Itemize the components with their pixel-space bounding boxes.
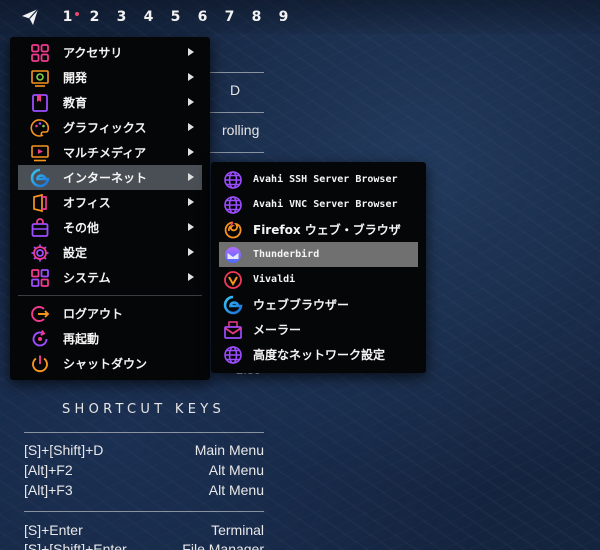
menu-item-internet[interactable]: インターネット: [18, 165, 202, 190]
menu-item-label: シャットダウン: [63, 357, 148, 371]
menu-item-label: オフィス: [63, 196, 111, 210]
mailer-icon: [223, 320, 243, 340]
widget-divider: [24, 511, 264, 512]
reboot-icon: [30, 329, 50, 349]
menu-item-label: アクセサリ: [63, 46, 123, 60]
internet-submenu: Avahi SSH Server Browser Avahi VNC Serve…: [211, 162, 426, 373]
thunderbird-icon: [223, 245, 243, 265]
multimedia-icon: [30, 143, 50, 163]
submenu-item-avahi-vnc[interactable]: Avahi VNC Server Browser: [219, 192, 418, 217]
submenu-item-label: Vivaldi: [253, 274, 296, 285]
shortcut-action: File Manager: [182, 541, 264, 550]
menu-item-shutdown[interactable]: シャットダウン: [18, 351, 202, 376]
submenu-item-avahi-ssh[interactable]: Avahi SSH Server Browser: [219, 167, 418, 192]
submenu-arrow-icon: [188, 198, 194, 206]
submenu-arrow-icon: [188, 223, 194, 231]
shortcut-row: [Alt]+F3 Alt Menu: [24, 482, 264, 498]
submenu-item-label: メーラー: [253, 323, 302, 337]
menu-item-settings[interactable]: 設定: [18, 240, 202, 265]
submenu-item-label: Avahi SSH Server Browser: [253, 174, 398, 185]
submenu-arrow-icon: [188, 148, 194, 156]
submenu-arrow-icon: [188, 248, 194, 256]
menu-item-system[interactable]: システム: [18, 265, 202, 290]
menu-item-graphics[interactable]: グラフィックス: [18, 115, 202, 140]
internet-icon: [30, 168, 50, 188]
globe-icon: [223, 345, 243, 365]
shortcut-keys: [S]+[Shift]+D: [24, 442, 104, 458]
submenu-item-advanced-network[interactable]: 高度なネットワーク設定: [219, 342, 418, 367]
submenu-item-label: Thunderbird: [253, 249, 320, 260]
menu-item-label: インターネット: [63, 171, 148, 185]
submenu-arrow-icon: [188, 173, 194, 181]
menu-item-reboot[interactable]: 再起動: [18, 326, 202, 351]
submenu-arrow-icon: [188, 98, 194, 106]
graphics-icon: [30, 118, 50, 138]
web-browser-icon: [223, 295, 243, 315]
menu-item-other[interactable]: その他: [18, 215, 202, 240]
system-icon: [30, 268, 50, 288]
education-icon: [30, 93, 50, 113]
menu-separator: [18, 295, 202, 296]
menu-item-label: システム: [63, 271, 111, 285]
submenu-item-thunderbird[interactable]: Thunderbird: [219, 242, 418, 267]
menu-item-education[interactable]: 教育: [18, 90, 202, 115]
menu-item-multimedia[interactable]: マルチメディア: [18, 140, 202, 165]
release-text: rolling: [222, 122, 260, 138]
menu-item-label: 再起動: [63, 332, 100, 346]
shortcut-keys: [Alt]+F2: [24, 462, 73, 478]
shortcut-action: Terminal: [211, 522, 264, 538]
menu-item-office[interactable]: オフィス: [18, 190, 202, 215]
menu-item-logout[interactable]: ログアウト: [18, 301, 202, 326]
shortcut-row: [S]+[Shift]+Enter File Manager: [24, 541, 264, 550]
settings-icon: [30, 243, 50, 263]
globe-icon: [223, 195, 243, 215]
firefox-icon: [223, 220, 243, 240]
office-icon: [30, 193, 50, 213]
submenu-arrow-icon: [188, 123, 194, 131]
development-icon: [30, 68, 50, 88]
shortcut-row: [S]+[Shift]+D Main Menu: [24, 442, 264, 458]
menu-item-label: グラフィックス: [63, 121, 147, 135]
widget-divider: [24, 432, 264, 433]
submenu-item-web-browser[interactable]: ウェブブラウザー: [219, 292, 418, 317]
shortcut-action: Main Menu: [194, 442, 264, 458]
shortcut-keys: [Alt]+F3: [24, 482, 73, 498]
submenu-item-mailer[interactable]: メーラー: [219, 317, 418, 342]
menu-item-label: 教育: [63, 96, 88, 110]
submenu-arrow-icon: [188, 48, 194, 56]
submenu-item-firefox[interactable]: Firefox ウェブ・ブラウザ: [219, 217, 418, 242]
submenu-item-label: ウェブブラウザー: [253, 298, 350, 312]
other-icon: [30, 217, 50, 238]
menu-item-development[interactable]: 開発: [18, 65, 202, 90]
vivaldi-icon: [223, 270, 243, 290]
shortcut-action: Alt Menu: [208, 482, 264, 498]
workspace-9[interactable]: 9: [270, 9, 297, 25]
submenu-arrow-icon: [188, 273, 194, 281]
shortcut-keys-title: SHORTCUT KEYS: [62, 402, 226, 417]
widget-partial-text: D: [230, 82, 241, 98]
shutdown-icon: [30, 354, 50, 374]
menu-item-label: ログアウト: [63, 307, 124, 321]
menu-item-label: その他: [63, 221, 100, 235]
submenu-item-label: Firefox ウェブ・ブラウザ: [253, 223, 401, 237]
shortcut-keys: [S]+Enter: [24, 522, 83, 538]
accessories-icon: [30, 43, 50, 63]
logout-icon: [30, 304, 50, 324]
shortcut-action: Alt Menu: [208, 462, 264, 478]
shortcut-row: [S]+Enter Terminal: [24, 522, 264, 538]
submenu-item-label: 高度なネットワーク設定: [253, 348, 386, 362]
shortcut-row: [Alt]+F2 Alt Menu: [24, 462, 264, 478]
submenu-item-vivaldi[interactable]: Vivaldi: [219, 267, 418, 292]
menu-item-label: 設定: [63, 246, 88, 260]
globe-icon: [223, 170, 243, 190]
menu-item-accessories[interactable]: アクセサリ: [18, 40, 202, 65]
shortcut-keys: [S]+[Shift]+Enter: [24, 541, 127, 550]
main-menu: アクセサリ 開発 教育 グラフィックス マルチメディア インターネット オフィス…: [10, 37, 210, 380]
submenu-item-label: Avahi VNC Server Browser: [253, 199, 398, 210]
submenu-arrow-icon: [188, 73, 194, 81]
menu-item-label: マルチメディア: [63, 146, 147, 160]
menu-item-label: 開発: [63, 71, 88, 85]
